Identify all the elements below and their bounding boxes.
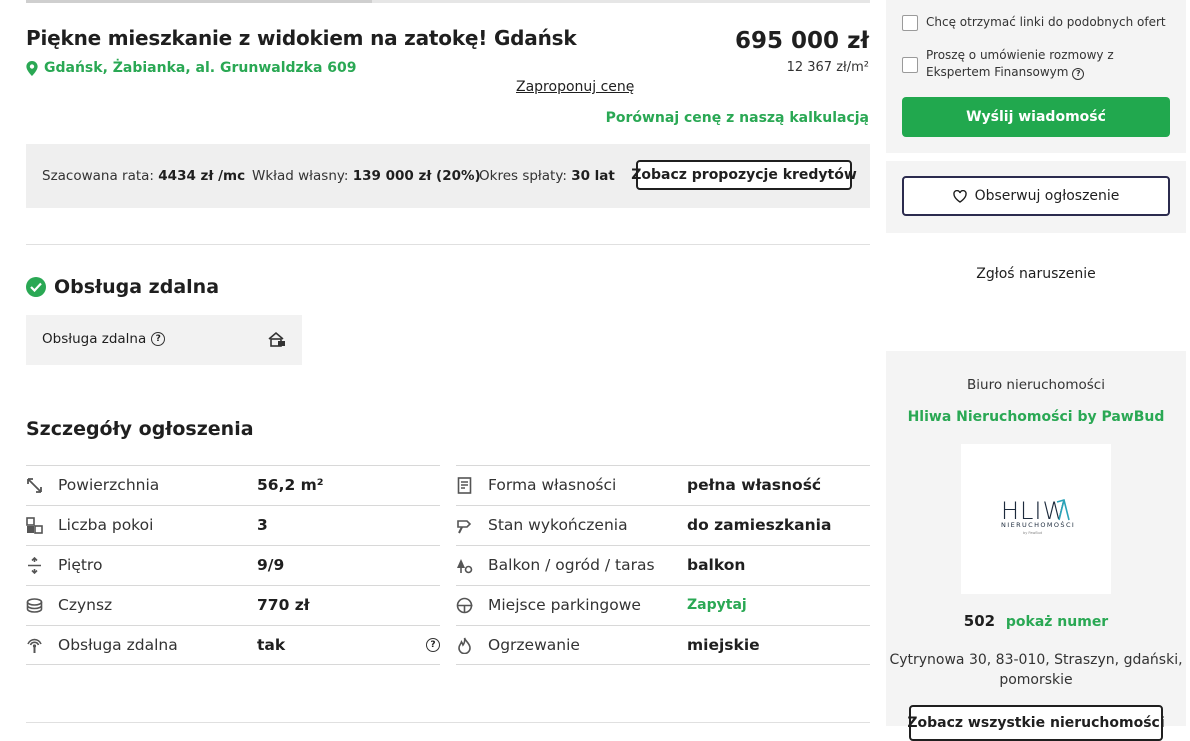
remote-house-icon <box>268 331 285 347</box>
detail-row: Forma własności pełna własność <box>456 465 870 505</box>
detail-row: Ogrzewanie miejskie <box>456 625 870 665</box>
svg-text:NIERUCHOMOŚCI: NIERUCHOMOŚCI <box>1001 520 1075 529</box>
remote-service-heading: Obsługa zdalna <box>26 276 219 298</box>
check-circle-icon <box>26 277 46 297</box>
report-violation-link[interactable]: Zgłoś naruszenie <box>886 266 1186 282</box>
expert-call-option[interactable]: Proszę o umówienie rozmowy z Ekspertem F… <box>902 47 1142 81</box>
heart-icon <box>952 189 967 203</box>
compare-price-link[interactable]: Porównaj cenę z naszą kalkulacją <box>606 110 869 126</box>
detail-row: Balkon / ogród / taras balkon <box>456 545 870 585</box>
observe-panel: Obserwuj ogłoszenie <box>886 161 1186 233</box>
detail-row: Czynsz 770 zł <box>26 585 440 625</box>
floor-icon <box>28 557 41 574</box>
detail-row: Powierzchnia 56,2 m² <box>26 465 440 505</box>
area-icon <box>27 478 42 493</box>
view-all-listings-button[interactable]: Zobacz wszystkie nieruchomości <box>907 705 1165 741</box>
remote-service-box: Obsługa zdalna ? <box>26 315 302 365</box>
rent-icon <box>26 598 43 613</box>
agency-address: Cytrynowa 30, 83-010, Straszyn, gdański,… <box>889 652 1183 688</box>
divider <box>26 722 870 723</box>
remote-service-label: Obsługa zdalna ? <box>42 331 166 347</box>
parking-icon <box>456 597 473 614</box>
balcony-icon <box>457 559 473 574</box>
repayment-period: Okres spłaty: 30 lat <box>479 168 615 184</box>
expert-call-checkbox[interactable] <box>902 57 918 73</box>
location-pin-icon <box>26 60 38 76</box>
listing-location[interactable]: Gdańsk, Żabianka, al. Grunwaldzka 609 <box>26 60 357 76</box>
propose-price-link[interactable]: Zaproponuj cenę <box>516 79 634 95</box>
estimated-rate: Szacowana rata: 4434 zł /mc <box>42 168 246 184</box>
credit-summary: Szacowana rata: 4434 zł /mc Wkład własny… <box>26 144 870 208</box>
observe-listing-button[interactable]: Obserwuj ogłoszenie <box>902 176 1170 216</box>
view-credit-offers-button[interactable]: Zobacz propozycje kredytów <box>631 160 857 190</box>
send-message-button[interactable]: Wyślij wiadomość <box>902 97 1170 137</box>
listing-price: 695 000 zł <box>735 28 869 54</box>
help-icon[interactable]: ? <box>151 332 166 346</box>
similar-offers-option[interactable]: Chcę otrzymać linki do podobnych ofert <box>902 14 1166 31</box>
agency-name-link[interactable]: Hliwa Nieruchomości by PawBud <box>886 409 1186 425</box>
similar-offers-checkbox[interactable] <box>902 15 918 31</box>
document-icon <box>457 477 472 494</box>
agency-panel: Biuro nieruchomości Hliwa Nieruchomości … <box>886 351 1186 741</box>
heating-icon <box>458 637 471 654</box>
details-left-column: Powierzchnia 56,2 m² Liczba pokoi 3 Pięt… <box>26 465 440 665</box>
rooms-icon <box>26 517 43 534</box>
agency-phone: 502 pokaż numer <box>886 612 1186 630</box>
details-right-column: Forma własności pełna własność Stan wyko… <box>456 465 870 665</box>
svg-text:by PawBud: by PawBud <box>1023 531 1042 535</box>
ask-parking-link[interactable]: Zapytaj <box>687 597 747 613</box>
phone-prefix: 502 <box>963 612 996 630</box>
listing-title: Piękne mieszkanie z widokiem na zatokę! … <box>26 26 577 50</box>
agency-logo[interactable]: HLIW NIERUCHOMOŚCI by PawBud <box>961 444 1111 594</box>
detail-row: Piętro 9/9 <box>26 545 440 585</box>
show-number-link[interactable]: pokaż numer <box>1006 614 1108 630</box>
remote-service-icon <box>27 638 42 653</box>
agency-label: Biuro nieruchomości <box>967 377 1105 393</box>
contact-form-panel: Chcę otrzymać linki do podobnych ofert P… <box>886 0 1186 153</box>
help-icon[interactable]: ? <box>1072 68 1085 80</box>
own-contribution: Wkład własny: 139 000 zł (20%) <box>252 168 481 184</box>
agency-logo-image: HLIW NIERUCHOMOŚCI by PawBud <box>1001 497 1075 535</box>
detail-row: Stan wykończenia do zamieszkania <box>456 505 870 545</box>
detail-row: Miejsce parkingowe Zapytaj <box>456 585 870 625</box>
detail-row: Obsługa zdalna tak ? <box>26 625 440 665</box>
detail-row: Liczba pokoi 3 <box>26 505 440 545</box>
location-text: Gdańsk, Żabianka, al. Grunwaldzka 609 <box>44 60 357 76</box>
finish-icon <box>457 520 472 534</box>
price-per-m2: 12 367 zł/m² <box>786 60 869 75</box>
details-heading: Szczegóły ogłoszenia <box>26 418 254 440</box>
divider <box>26 244 870 245</box>
gallery-strip <box>26 0 870 3</box>
help-icon[interactable]: ? <box>426 638 440 652</box>
